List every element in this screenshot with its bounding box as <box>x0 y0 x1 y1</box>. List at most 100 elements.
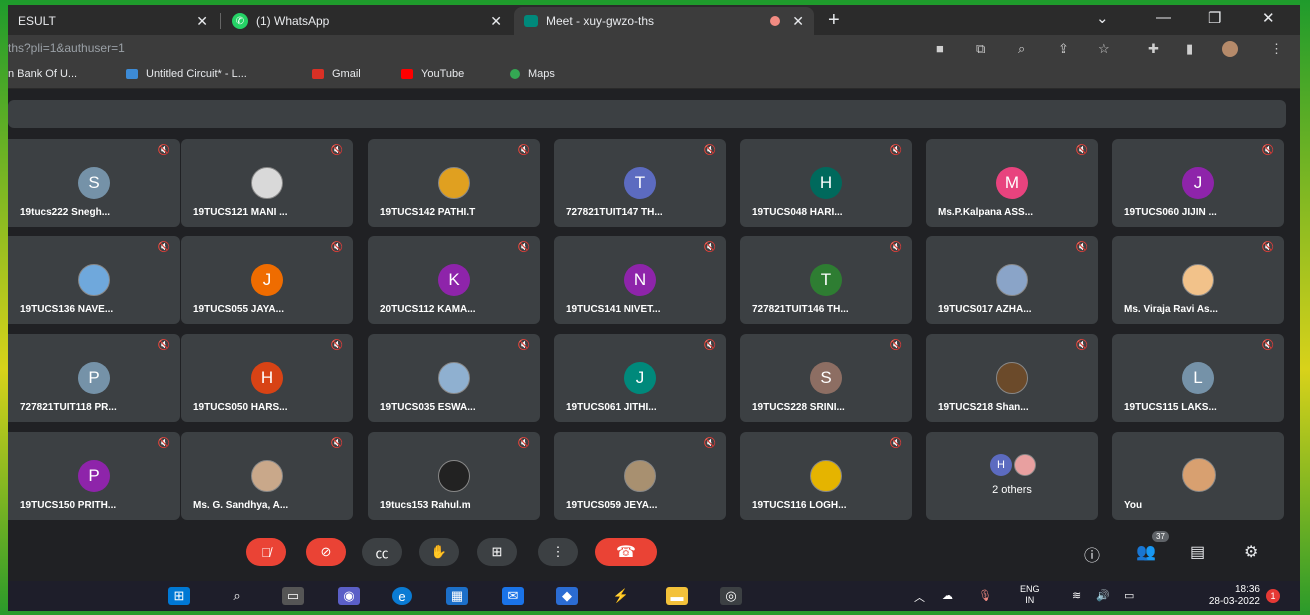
participant-name: 19TUCS061 JITHI... <box>566 402 657 413</box>
open-external-icon[interactable]: ⧉ <box>976 41 985 57</box>
participant-tile[interactable]: 🔇 T 727821TUIT147 TH... <box>554 139 726 227</box>
menu-icon[interactable]: ⋮ <box>1270 41 1283 57</box>
search-icon[interactable]: ⌕ <box>226 587 248 605</box>
wifi-icon[interactable]: ≋ <box>1072 589 1081 602</box>
teams-chat-icon[interactable]: ◉ <box>338 587 360 605</box>
muted-mic-icon: 🔇 <box>703 438 716 449</box>
onedrive-icon[interactable]: ☁ <box>942 589 953 602</box>
dropbox-icon[interactable]: ◆ <box>556 587 578 605</box>
volume-icon[interactable]: 🔊 <box>1096 589 1110 602</box>
tab-search-icon[interactable]: ⌄ <box>1096 9 1109 27</box>
info-icon[interactable]: ⓘ <box>1084 542 1100 566</box>
participant-tile[interactable]: 🔇 L 19TUCS115 LAKS... <box>1112 334 1284 422</box>
tab-whatsapp[interactable]: ✆ (1) WhatsApp ✕ <box>222 7 512 35</box>
task-view-icon[interactable]: ▭ <box>282 587 304 605</box>
minimize-button[interactable]: — <box>1156 9 1171 26</box>
more-options-button[interactable]: ⋮ <box>538 538 578 566</box>
mic-tray-icon[interactable]: 🎙 <box>978 589 992 602</box>
bookmark-youtube[interactable]: YouTube <box>401 68 464 80</box>
participant-tile[interactable]: 🔇 J 19TUCS055 JAYA... <box>181 236 353 324</box>
participant-tile[interactable]: 🔇 Ms. G. Sandhya, A... <box>181 432 353 520</box>
bookmark-bank[interactable]: n Bank Of U... <box>8 68 77 80</box>
store-icon[interactable]: ▦ <box>446 587 468 605</box>
participant-tile[interactable]: 🔇 M Ms.P.Kalpana ASS... <box>926 139 1098 227</box>
participant-tile[interactable]: 🔇 19TUCS059 JEYA... <box>554 432 726 520</box>
bookmark-maps[interactable]: Maps <box>510 68 555 80</box>
participant-tile[interactable]: 🔇 J 19TUCS061 JITHI... <box>554 334 726 422</box>
participant-tile[interactable]: 🔇 N 19TUCS141 NIVET... <box>554 236 726 324</box>
close-icon[interactable]: ✕ <box>196 13 208 30</box>
app-icon[interactable]: ⚡ <box>610 587 632 605</box>
captions-button[interactable]: ㏄ <box>362 538 402 566</box>
tab-label: Meet - xuy-gwzo-ths <box>546 14 655 28</box>
participant-tile[interactable]: 🔇 19TUCS121 MANI ... <box>181 139 353 227</box>
new-tab-button[interactable]: + <box>828 9 840 32</box>
participant-name: You <box>1124 500 1143 511</box>
avatar: J <box>624 362 656 394</box>
participant-name: Ms. G. Sandhya, A... <box>193 500 289 511</box>
present-button[interactable]: ⊞ <box>477 538 517 566</box>
participant-tile[interactable]: 🔇 19TUCS218 Shan... <box>926 334 1098 422</box>
battery-icon[interactable]: ▭ <box>1124 589 1134 602</box>
avatar: L <box>1182 362 1214 394</box>
bookmark-star-icon[interactable]: ☆ <box>1098 41 1110 57</box>
muted-mic-icon: 🔇 <box>330 242 343 253</box>
address-bar[interactable]: ths?pli=1&authuser=1 <box>8 41 125 55</box>
participant-tile[interactable]: 🔇 H 19TUCS048 HARI... <box>740 139 912 227</box>
bookmark-gmail[interactable]: Gmail <box>312 68 361 80</box>
chrome-icon[interactable]: ◎ <box>720 587 742 605</box>
youtube-icon <box>401 69 413 79</box>
participant-tile[interactable]: 🔇 19tucs153 Rahul.m <box>368 432 540 520</box>
end-call-button[interactable]: ☎ <box>595 538 657 566</box>
extensions-icon[interactable]: ✚ <box>1148 41 1159 57</box>
participant-tile[interactable]: You <box>1112 432 1284 520</box>
participant-tile[interactable]: 🔇 19TUCS136 NAVE... <box>8 236 180 324</box>
participant-tile[interactable]: 🔇 K 20TUCS112 KAMA... <box>368 236 540 324</box>
mail-icon[interactable]: ✉ <box>502 587 524 605</box>
participant-name: 19TUCS055 JAYA... <box>193 304 284 315</box>
tab-meet[interactable]: Meet - xuy-gwzo-ths ✕ <box>514 7 814 35</box>
tray-overflow-icon[interactable]: ︿ <box>914 589 925 605</box>
close-icon[interactable]: ✕ <box>792 13 804 30</box>
participant-tile[interactable]: 🔇 19TUCS142 PATHI.T <box>368 139 540 227</box>
participant-tile[interactable]: 🔇 T 727821TUIT146 TH... <box>740 236 912 324</box>
participant-tile[interactable]: 🔇 P 727821TUIT118 PR... <box>8 334 180 422</box>
profile-avatar[interactable] <box>1222 41 1238 57</box>
bookmark-circuit[interactable]: Untitled Circuit* - L... <box>126 68 247 80</box>
participant-tile[interactable]: 🔇 S 19TUCS228 SRINI... <box>740 334 912 422</box>
side-panel-icon[interactable]: ▮ <box>1186 41 1193 57</box>
notification-badge[interactable]: 1 <box>1266 589 1280 603</box>
participant-tile[interactable]: 🔇 19TUCS035 ESWA... <box>368 334 540 422</box>
participant-tile[interactable]: 🔇 19TUCS116 LOGH... <box>740 432 912 520</box>
participant-tile[interactable]: 🔇 P 19TUCS150 PRITH... <box>8 432 180 520</box>
participant-tile[interactable]: 🔇 H 19TUCS050 HARS... <box>181 334 353 422</box>
participant-name: 19TUCS228 SRINI... <box>752 402 845 413</box>
close-icon[interactable]: ✕ <box>490 13 502 30</box>
participant-tile[interactable]: 🔇 Ms. Viraja Ravi As... <box>1112 236 1284 324</box>
chat-icon[interactable]: ▤ <box>1190 542 1205 562</box>
restore-button[interactable]: ❐ <box>1208 9 1221 27</box>
language-indicator[interactable]: ENG IN <box>1020 584 1040 606</box>
avatar <box>1182 458 1216 492</box>
participant-tile[interactable]: 🔇 J 19TUCS060 JIJIN ... <box>1112 139 1284 227</box>
muted-mic-icon: 🔇 <box>889 242 902 253</box>
muted-mic-icon: 🔇 <box>703 145 716 156</box>
close-window-button[interactable]: ✕ <box>1262 9 1275 27</box>
maps-icon <box>510 69 520 79</box>
tab-result[interactable]: ESULT ✕ <box>8 7 218 35</box>
participant-tile[interactable]: H 2 others <box>926 432 1098 520</box>
zoom-icon[interactable]: ⌕ <box>1018 41 1025 57</box>
file-explorer-icon[interactable]: ▬ <box>666 587 688 605</box>
edge-icon[interactable]: e <box>392 587 412 605</box>
mic-off-button[interactable]: 🎙̸ <box>246 538 286 566</box>
people-icon[interactable]: 👥 <box>1136 542 1156 562</box>
camera-off-button[interactable]: ⊘ <box>306 538 346 566</box>
activities-icon[interactable]: ⚙ <box>1244 542 1258 562</box>
camera-icon[interactable]: ■ <box>936 41 944 56</box>
clock[interactable]: 18:36 28-03-2022 <box>1170 584 1260 608</box>
participant-tile[interactable]: 🔇 S 19tucs222 Snegh... <box>8 139 180 227</box>
share-icon[interactable]: ⇪ <box>1058 41 1069 57</box>
start-icon[interactable]: ⊞ <box>168 587 190 605</box>
participant-tile[interactable]: 🔇 19TUCS017 AZHA... <box>926 236 1098 324</box>
raise-hand-button[interactable]: ✋ <box>419 538 459 566</box>
